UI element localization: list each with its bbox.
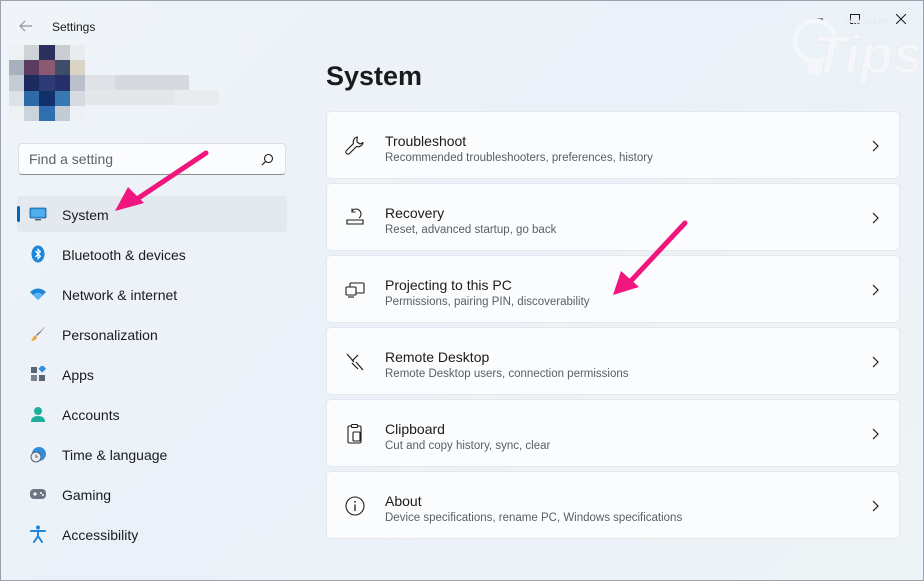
chevron-right-icon — [869, 211, 881, 225]
apps-icon — [29, 365, 47, 383]
card-remote-desktop[interactable]: Remote Desktop Remote Desktop users, con… — [326, 327, 900, 395]
card-description: Permissions, pairing PIN, discoverabilit… — [385, 296, 590, 308]
remote-desktop-icon — [344, 351, 366, 373]
avatar[interactable] — [9, 45, 85, 121]
recovery-icon — [344, 207, 366, 229]
gamepad-icon — [29, 485, 47, 503]
sidebar-item-personalization[interactable]: Personalization — [17, 316, 287, 352]
sidebar-item-bluetooth-devices[interactable]: Bluetooth & devices — [17, 236, 287, 272]
wifi-icon — [29, 285, 47, 303]
card-title: Projecting to this PC — [385, 277, 512, 293]
card-description: Recommended troubleshooters, preferences… — [385, 152, 653, 164]
card-description: Reset, advanced startup, go back — [385, 224, 557, 236]
sidebar-item-label: System — [62, 207, 109, 223]
minimize-button[interactable] — [806, 9, 830, 29]
search-input[interactable]: Find a setting — [18, 143, 286, 175]
accessibility-icon — [29, 525, 47, 543]
sidebar-item-label: Bluetooth & devices — [62, 247, 186, 263]
projecting-icon — [344, 279, 366, 301]
maximize-icon — [850, 14, 860, 24]
sidebar-item-label: Apps — [62, 367, 94, 383]
person-icon — [29, 405, 47, 423]
sidebar-item-accessibility[interactable]: Accessibility — [17, 516, 287, 552]
page-title: System — [326, 61, 423, 91]
sidebar-item-label: Network & internet — [62, 287, 178, 303]
sidebar-item-apps[interactable]: Apps — [17, 356, 287, 392]
search-placeholder: Find a setting — [29, 151, 114, 167]
clipboard-icon — [344, 423, 366, 445]
card-title: About — [385, 493, 422, 509]
card-description: Remote Desktop users, connection permiss… — [385, 368, 629, 380]
sidebar-item-label: Gaming — [62, 487, 112, 503]
card-about[interactable]: About Device specifications, rename PC, … — [326, 471, 900, 539]
search-icon — [259, 151, 275, 167]
paintbrush-icon — [29, 325, 47, 343]
monitor-icon — [29, 205, 47, 223]
chevron-right-icon — [869, 139, 881, 153]
chevron-right-icon — [869, 355, 881, 369]
sidebar-item-system[interactable]: System — [17, 196, 287, 232]
back-button[interactable] — [13, 13, 39, 39]
sidebar-item-label: Accounts — [62, 407, 120, 423]
close-icon — [896, 14, 906, 24]
card-description: Cut and copy history, sync, clear — [385, 440, 551, 452]
settings-list: Troubleshoot Recommended troubleshooters… — [326, 111, 900, 543]
account-info-redacted — [85, 75, 219, 105]
sidebar-item-network-internet[interactable]: Network & internet — [17, 276, 287, 312]
chevron-right-icon — [869, 283, 881, 297]
close-button[interactable] — [889, 9, 913, 29]
wrench-icon — [344, 135, 366, 157]
sidebar-item-label: Personalization — [62, 327, 158, 343]
arrow-left-icon — [19, 20, 32, 32]
app-title: Settings — [52, 20, 96, 34]
sidebar-item-gaming[interactable]: Gaming — [17, 476, 287, 512]
sidebar-item-label: Accessibility — [62, 527, 139, 543]
globe-clock-icon — [29, 445, 47, 463]
chevron-right-icon — [869, 499, 881, 513]
card-description: Device specifications, rename PC, Window… — [385, 512, 683, 524]
card-projecting-to-this-pc[interactable]: Projecting to this PC Permissions, pairi… — [326, 255, 900, 323]
sidebar-item-label: Time & language — [62, 447, 168, 463]
info-icon — [344, 495, 366, 517]
card-title: Clipboard — [385, 421, 445, 437]
title-bar: Settings — [1, 1, 923, 45]
card-troubleshoot[interactable]: Troubleshoot Recommended troubleshooters… — [326, 111, 900, 179]
chevron-right-icon — [869, 427, 881, 441]
card-title: Remote Desktop — [385, 349, 490, 365]
sidebar-item-time-language[interactable]: Time & language — [17, 436, 287, 472]
sidebar-item-accounts[interactable]: Accounts — [17, 396, 287, 432]
minimize-icon — [813, 18, 823, 20]
bluetooth-icon — [29, 245, 47, 263]
active-indicator — [17, 206, 20, 222]
settings-window: Settings THAIWARE Tips Find a setting Sy… — [0, 0, 924, 581]
card-title: Recovery — [385, 205, 445, 221]
card-recovery[interactable]: Recovery Reset, advanced startup, go bac… — [326, 183, 900, 251]
maximize-button[interactable] — [843, 9, 867, 29]
card-clipboard[interactable]: Clipboard Cut and copy history, sync, cl… — [326, 399, 900, 467]
card-title: Troubleshoot — [385, 133, 467, 149]
sidebar-nav: System Bluetooth & devices Network & int… — [17, 196, 287, 556]
